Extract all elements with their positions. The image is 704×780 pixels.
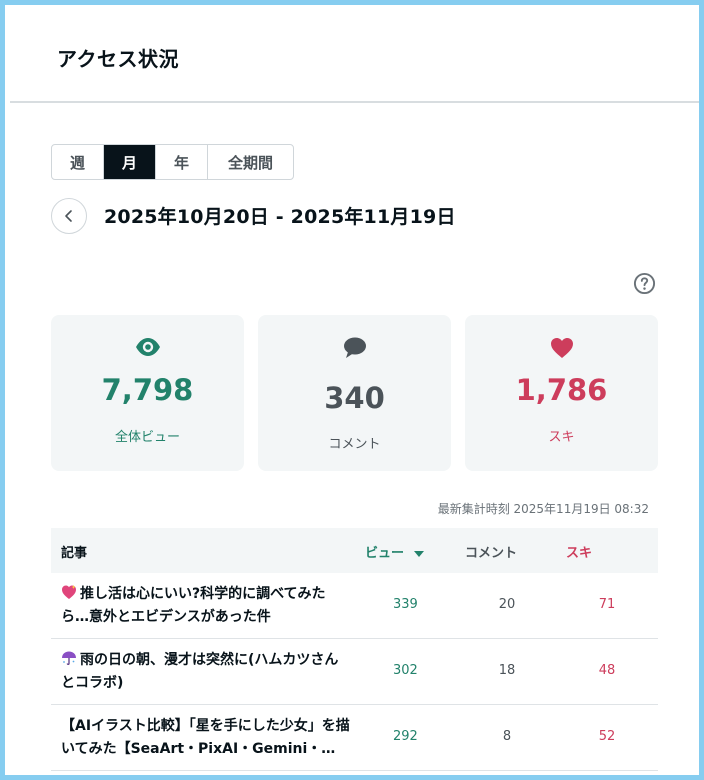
- column-comments[interactable]: コメント: [465, 542, 517, 561]
- previous-period-button[interactable]: [51, 198, 87, 234]
- table-row[interactable]: 雨の日の朝、漫才は突然に(ハムカツさんとコラボ) 302 18 48: [51, 639, 658, 705]
- article-title[interactable]: 【AIイラスト比較】「星を手にした少女」を描いてみた【SeaArt・PixAI・…: [61, 715, 351, 761]
- tab-year[interactable]: 年: [156, 145, 208, 179]
- comments-total-value: 340: [324, 381, 385, 415]
- article-title[interactable]: 雨の日の朝、漫才は突然に(ハムカツさんとコラボ): [61, 649, 351, 695]
- article-title-text: 【AIイラスト比較】「星を手にした少女」を描いてみた【SeaArt・PixAI・…: [61, 718, 350, 757]
- comments-stat-card: 340 コメント: [258, 315, 451, 471]
- eye-icon: [135, 338, 160, 356]
- article-likes: 48: [598, 663, 616, 678]
- comments-total-label: コメント: [328, 437, 381, 452]
- umbrella-emoji: [62, 651, 76, 665]
- chevron-left-icon: [65, 210, 72, 222]
- date-range: 2025年10月20日 - 2025年11月19日: [104, 206, 456, 228]
- heart-icon: [550, 338, 573, 358]
- table-header: 記事 ビュー コメント スキ: [51, 528, 658, 573]
- column-likes[interactable]: スキ: [566, 542, 592, 561]
- article-comments: 8: [502, 729, 512, 744]
- views-stat-card: 7,798 全体ビュー: [51, 315, 244, 471]
- tab-month[interactable]: 月: [104, 145, 156, 179]
- article-views: 339: [393, 597, 418, 612]
- article-comments: 20: [498, 597, 516, 612]
- page-title: アクセス状況: [57, 47, 179, 71]
- article-title-text: 推し活は心にいい?科学的に調べてみたら…意外とエビデンスがあった件: [61, 586, 326, 625]
- period-tabs: 週 月 年 全期間: [51, 144, 294, 180]
- likes-total-value: 1,786: [515, 373, 608, 407]
- table-row[interactable]: 推し活は心にいい?科学的に調べてみたら…意外とエビデンスがあった件 339 20…: [51, 573, 658, 639]
- table-row[interactable]: 【AIイラスト比較】「星を手にした少女」を描いてみた【SeaArt・PixAI・…: [51, 705, 658, 771]
- article-views: 302: [393, 663, 418, 678]
- views-total-value: 7,798: [101, 373, 194, 407]
- likes-total-label: スキ: [548, 430, 575, 445]
- speech-bubble-icon: [343, 337, 366, 358]
- sort-desc-icon: [413, 550, 424, 557]
- panel-header: アクセス状況: [10, 10, 699, 103]
- column-article: 記事: [61, 546, 88, 561]
- article-title-text: 雨の日の朝、漫才は突然に(ハムカツさんとコラボ): [61, 652, 339, 691]
- article-comments: 18: [498, 663, 516, 678]
- article-views: 292: [393, 729, 418, 744]
- tab-week[interactable]: 週: [52, 145, 104, 179]
- likes-stat-card: 1,786 スキ: [465, 315, 658, 471]
- tab-all-time[interactable]: 全期間: [208, 145, 293, 179]
- article-likes: 52: [598, 729, 616, 744]
- column-views[interactable]: ビュー: [365, 542, 425, 561]
- last-updated: 最新集計時刻 2025年11月19日 08:32: [437, 502, 649, 516]
- article-stats-table: 記事 ビュー コメント スキ 推し活は心にいい?科学的に調べてみたら…意外とエビ…: [51, 528, 658, 771]
- article-likes: 71: [598, 597, 616, 612]
- column-views-label: ビュー: [365, 546, 405, 561]
- views-total-label: 全体ビュー: [114, 430, 180, 445]
- sparkling-heart-emoji: [62, 585, 76, 599]
- help-icon[interactable]: [633, 272, 656, 295]
- article-title[interactable]: 推し活は心にいい?科学的に調べてみたら…意外とエビデンスがあった件: [61, 583, 351, 629]
